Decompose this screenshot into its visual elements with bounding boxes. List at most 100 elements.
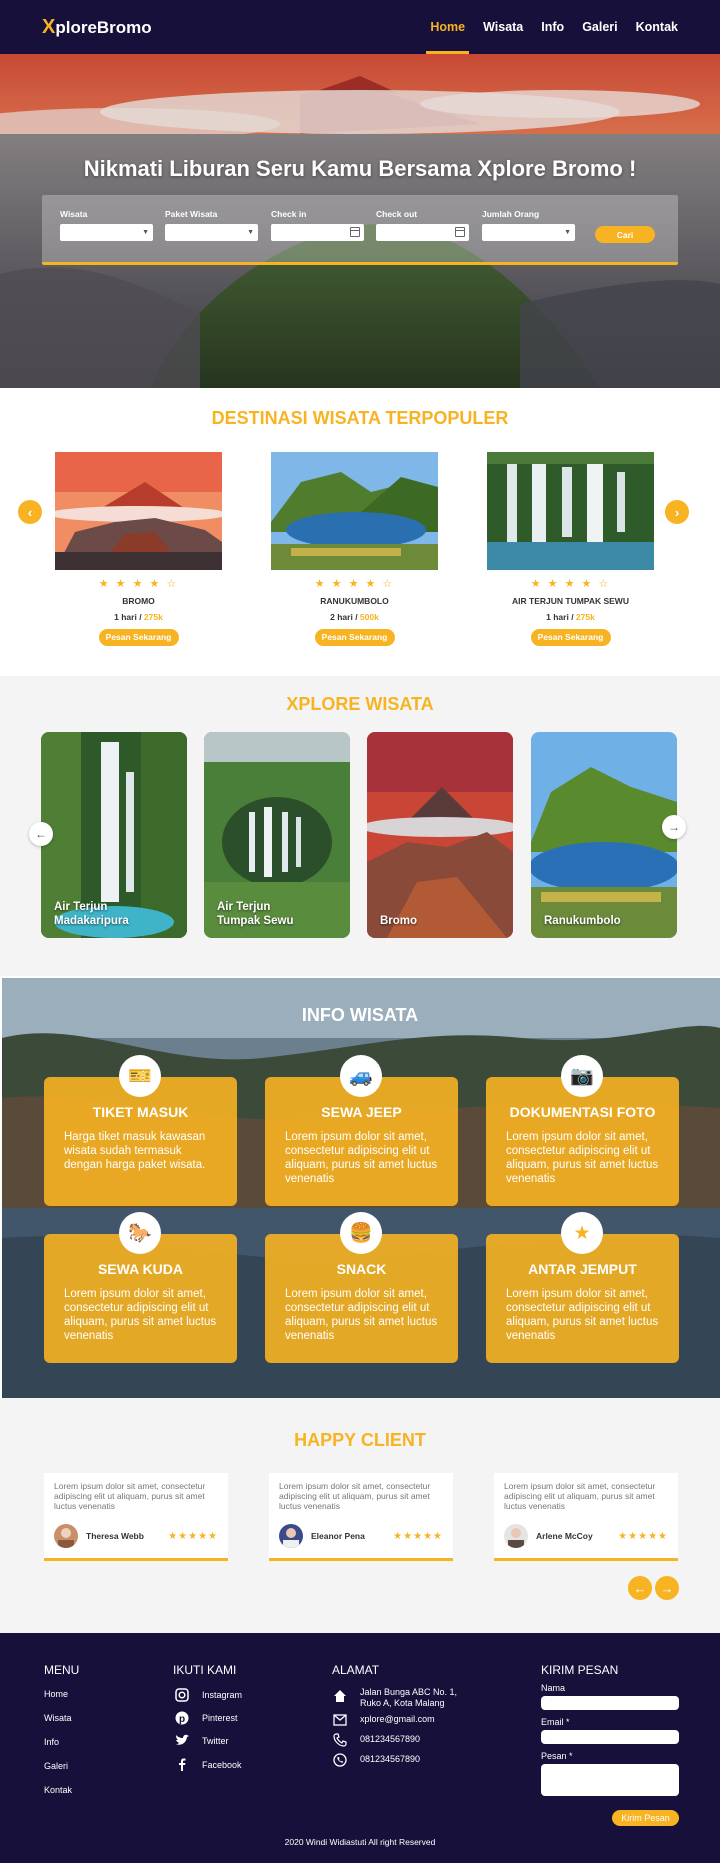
info-card-dokumentasi-foto: 📷 DOKUMENTASI FOTO Lorem ipsum dolor sit… — [486, 1055, 679, 1206]
instagram-icon[interactable] — [174, 1687, 190, 1703]
hero-section: Nikmati Liburan Seru Kamu Bersama Xplore… — [0, 54, 720, 388]
price: 500k — [359, 612, 379, 622]
footer-link-galeri[interactable]: Galeri — [44, 1761, 68, 1771]
rating-stars: ★★★★★ — [618, 1530, 668, 1542]
whatsapp-text: 081234567890 — [360, 1754, 421, 1764]
input-checkout[interactable] — [376, 224, 469, 241]
footer: MENU Home Wisata Info Galeri Kontak IKUT… — [0, 1633, 720, 1863]
book-now-button[interactable]: Pesan Sekarang — [98, 629, 179, 646]
prev-arrow-button[interactable]: ← — [29, 822, 53, 846]
rating-stars: ★★★★★ — [168, 1530, 218, 1542]
calendar-icon — [350, 227, 360, 237]
section-title-xplore: XPLORE WISATA — [286, 694, 434, 714]
arrow-right-icon: → — [660, 1580, 674, 1596]
info-card-text: Lorem ipsum dolor sit amet, consectetur … — [64, 1288, 217, 1342]
label-jumlah: Jumlah Orang — [482, 209, 540, 219]
xplore-card-ranukumbolo[interactable]: Ranukumbolo — [531, 732, 677, 938]
email-field[interactable] — [541, 1730, 679, 1744]
info-card-text: Lorem ipsum dolor sit amet, consectetur … — [506, 1131, 659, 1185]
chevron-down-icon: ▼ — [247, 229, 254, 236]
horse-icon: 🐎 — [119, 1212, 161, 1254]
social-link-pinterest[interactable]: Pinterest — [202, 1713, 238, 1723]
nav-kontak[interactable]: Kontak — [636, 0, 678, 54]
rating-stars: ★★★★★ — [393, 1530, 443, 1542]
avatar — [54, 1524, 78, 1548]
footer-address-title: ALAMAT — [332, 1663, 380, 1677]
svg-text:p: p — [179, 1714, 185, 1725]
label-paket: Paket Wisata — [165, 209, 218, 219]
xplore-card-bromo[interactable]: Bromo — [367, 732, 513, 938]
arrow-right-icon: → — [668, 820, 680, 834]
xplore-card-tumpak-sewu[interactable]: Air Terjun Tumpak Sewu — [204, 732, 350, 938]
info-card-snack: 🍔 SNACK Lorem ipsum dolor sit amet, cons… — [265, 1212, 458, 1363]
name-field[interactable] — [541, 1696, 679, 1710]
select-wisata[interactable]: ▼ — [60, 224, 153, 241]
destination-name: AIR TERJUN TUMPAK SEWU — [512, 596, 629, 606]
destination-image — [271, 452, 438, 570]
next-testimonial-button[interactable]: → — [655, 1576, 679, 1600]
footer-link-wisata[interactable]: Wisata — [44, 1713, 72, 1723]
info-card-text: Lorem ipsum dolor sit amet, consectetur … — [285, 1288, 438, 1342]
next-arrow-button[interactable]: → — [662, 815, 686, 839]
section-title-info: INFO WISATA — [301, 1005, 419, 1025]
field-wisata: Wisata ▼ — [60, 209, 153, 241]
footer-link-kontak[interactable]: Kontak — [44, 1785, 72, 1795]
xplore-card-madakaripura[interactable]: Air Terjun Madakaripura — [41, 732, 187, 938]
social-link-instagram[interactable]: Instagram — [202, 1690, 242, 1700]
twitter-icon[interactable] — [174, 1733, 190, 1749]
mail-icon — [332, 1712, 348, 1728]
name-label: Nama — [541, 1683, 566, 1693]
field-checkin: Check in — [271, 209, 364, 241]
destination-name: RANUKUMBOLO — [320, 596, 389, 606]
arrow-left-icon: ← — [35, 827, 47, 841]
social-link-facebook[interactable]: Facebook — [202, 1760, 242, 1770]
testimonial-text: Lorem ipsum dolor sit amet, consectetur … — [504, 1481, 656, 1511]
info-card-title: ANTAR JEMPUT — [528, 1261, 637, 1277]
footer-link-home[interactable]: Home — [44, 1689, 68, 1699]
footer-menu-title: MENU — [44, 1663, 80, 1677]
rating-stars: ★ ★ ★ ★ ☆ — [98, 578, 179, 590]
duration: 1 hari / — [546, 612, 576, 622]
testimonial-name: Eleanor Pena — [311, 1531, 365, 1541]
select-paket[interactable]: ▼ — [165, 224, 258, 241]
send-message-button[interactable]: Kirim Pesan — [612, 1810, 679, 1826]
whatsapp-icon — [332, 1752, 348, 1768]
nav-info[interactable]: Info — [541, 0, 564, 54]
info-card-title: TIKET MASUK — [92, 1104, 189, 1120]
avatar — [279, 1524, 303, 1548]
chevron-down-icon: ▼ — [142, 229, 149, 236]
next-arrow-button[interactable]: › — [665, 500, 689, 524]
arrow-left-icon: ← — [633, 1580, 647, 1596]
destination-image — [55, 452, 222, 570]
snack-icon: 🍔 — [340, 1212, 382, 1254]
logo[interactable]: XploreBromo — [42, 16, 152, 39]
nav-wisata[interactable]: Wisata — [483, 0, 523, 54]
facebook-icon[interactable] — [174, 1756, 190, 1772]
xplore-card-label: Air Terjun Tumpak Sewu — [217, 901, 294, 927]
testimonial-card: Lorem ipsum dolor sit amet, consectetur … — [494, 1473, 678, 1561]
book-now-button[interactable]: Pesan Sekarang — [530, 629, 611, 646]
label-checkout: Check out — [376, 209, 418, 219]
calendar-icon — [455, 227, 465, 237]
search-button[interactable]: Cari — [595, 226, 655, 243]
nav-galeri[interactable]: Galeri — [582, 0, 617, 54]
camera-icon: 📷 — [561, 1055, 603, 1097]
social-link-twitter[interactable]: Twitter — [202, 1736, 229, 1746]
prev-arrow-button[interactable]: ‹ — [18, 500, 42, 524]
input-checkin[interactable] — [271, 224, 364, 241]
copyright-text: 2020 Windi Widiastuti All right Reserved — [284, 1837, 436, 1847]
prev-testimonial-button[interactable]: ← — [628, 1576, 652, 1600]
nav-home[interactable]: Home — [426, 0, 469, 54]
logo-text: ploreBromo — [55, 17, 152, 37]
pinterest-icon[interactable]: p — [174, 1710, 190, 1726]
label-wisata: Wisata — [60, 209, 88, 219]
booking-form: Wisata ▼ Paket Wisata ▼ Check in Check o… — [42, 195, 678, 265]
footer-link-info[interactable]: Info — [44, 1737, 59, 1747]
message-field[interactable] — [541, 1764, 679, 1796]
book-now-button[interactable]: Pesan Sekarang — [314, 629, 395, 646]
phone-icon — [332, 1732, 348, 1748]
duration: 2 hari / — [330, 612, 360, 622]
xplore-card-label: Air Terjun Madakaripura — [54, 901, 129, 927]
select-jumlah[interactable]: ▼ — [482, 224, 575, 241]
destination-price: 1 hari / 275k — [487, 612, 654, 622]
